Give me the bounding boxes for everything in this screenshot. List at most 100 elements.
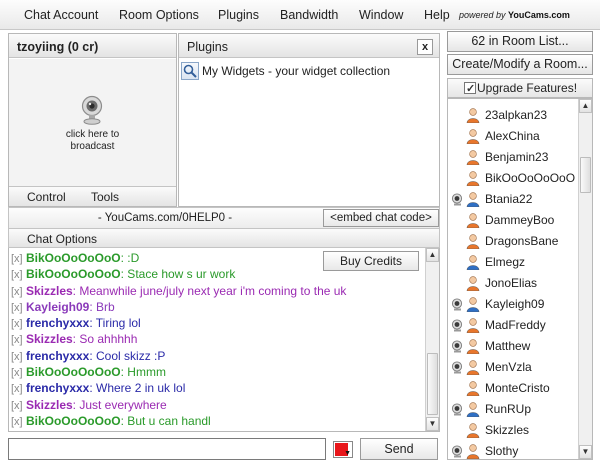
user-scroll-down-icon[interactable]: ▼: [579, 445, 592, 459]
user-cam-icon[interactable]: [451, 361, 465, 377]
user-scroll-up-icon[interactable]: ▲: [579, 99, 592, 113]
upgrade-label[interactable]: Upgrade Features!: [477, 79, 577, 97]
chat-scrollbar[interactable]: ▲ ▼: [425, 248, 439, 431]
user-name[interactable]: Kayleigh09: [485, 297, 544, 311]
broadcast-area[interactable]: click here to broadcast: [9, 59, 176, 187]
user-name[interactable]: BikOoOoOoOoO: [485, 171, 575, 185]
my-widgets-row[interactable]: My Widgets - your widget collection: [181, 62, 390, 80]
message-nick[interactable]: frenchyxxx: [26, 349, 89, 363]
user-list-item[interactable]: 23alpkan23: [448, 105, 578, 126]
upgrade-features[interactable]: Upgrade Features!: [447, 78, 593, 98]
menu-bandwidth[interactable]: Bandwidth: [280, 8, 338, 22]
message-dismiss-button[interactable]: [x]: [11, 269, 23, 281]
broadcast-text[interactable]: click here to broadcast: [9, 129, 176, 153]
message-dismiss-button[interactable]: [x]: [11, 318, 23, 330]
embed-chat-code-button[interactable]: <embed chat code>: [323, 209, 439, 227]
menu-room-options[interactable]: Room Options: [119, 8, 199, 22]
user-name[interactable]: Skizzles: [485, 423, 529, 437]
message-nick[interactable]: BikOoOoOoOoO: [26, 365, 121, 379]
user-cam-icon[interactable]: [451, 298, 465, 314]
menu-window[interactable]: Window: [359, 8, 403, 22]
user-list-item[interactable]: MonteCristo: [448, 378, 578, 399]
chat-message-input[interactable]: [8, 438, 326, 460]
message-nick[interactable]: BikOoOoOoOoO: [26, 414, 121, 428]
user-name[interactable]: MadFreddy: [485, 318, 546, 332]
user-list-item[interactable]: Elmegz: [448, 252, 578, 273]
user-list-item[interactable]: BikOoOoOoOoO: [448, 168, 578, 189]
user-list-item[interactable]: AlexChina: [448, 126, 578, 147]
message-dismiss-button[interactable]: [x]: [11, 302, 23, 314]
message-nick[interactable]: Skizzles: [26, 284, 73, 298]
user-cam-icon[interactable]: [451, 403, 465, 419]
user-list-item[interactable]: Btania22: [448, 189, 578, 210]
user-list-item[interactable]: MadFreddy: [448, 315, 578, 336]
message-nick[interactable]: Kayleigh09: [26, 300, 89, 314]
message-dismiss-button[interactable]: [x]: [11, 351, 23, 363]
user-name[interactable]: RunRUp: [485, 402, 531, 416]
user-name[interactable]: DammeyBoo: [485, 213, 554, 227]
user-name[interactable]: JonoElias: [485, 276, 537, 290]
message-dismiss-button[interactable]: [x]: [11, 400, 23, 412]
room-list-button[interactable]: 62 in Room List...: [447, 31, 593, 52]
user-name[interactable]: AlexChina: [485, 129, 540, 143]
user-list-item[interactable]: Skizzles: [448, 420, 578, 441]
powered-by-text: powered by: [459, 10, 506, 20]
menu-help[interactable]: Help: [424, 8, 450, 22]
user-cam-icon[interactable]: [451, 193, 465, 209]
user-list-item[interactable]: JonoElias: [448, 273, 578, 294]
tab-control[interactable]: Control: [27, 190, 66, 204]
user-cam-icon[interactable]: [451, 340, 465, 356]
user-list-item[interactable]: Kayleigh09: [448, 294, 578, 315]
buy-credits-button[interactable]: Buy Credits: [323, 251, 419, 271]
user-list-item[interactable]: Matthew: [448, 336, 578, 357]
user-name[interactable]: Matthew: [485, 339, 530, 353]
user-list-item[interactable]: Benjamin23: [448, 147, 578, 168]
user-name[interactable]: MenVzla: [485, 360, 532, 374]
user-name[interactable]: Benjamin23: [485, 150, 548, 164]
chevron-down-icon[interactable]: ▼: [344, 450, 351, 457]
message-nick[interactable]: Skizzles: [26, 332, 73, 346]
message-dismiss-button[interactable]: [x]: [11, 416, 23, 428]
create-room-button[interactable]: Create/Modify a Room...: [447, 54, 593, 75]
user-scroll-thumb[interactable]: [580, 157, 591, 193]
message-nick[interactable]: BikOoOoOoOoO: [26, 251, 121, 265]
tab-tools[interactable]: Tools: [91, 190, 119, 204]
chat-scroll-down-icon[interactable]: ▼: [426, 417, 439, 431]
plugins-close-button[interactable]: x: [417, 39, 433, 55]
menu-chat-account[interactable]: Chat Account: [24, 8, 98, 22]
user-name[interactable]: Slothy: [485, 444, 518, 458]
menu-plugins[interactable]: Plugins: [218, 8, 259, 22]
user-list-scrollbar[interactable]: ▲ ▼: [578, 99, 592, 459]
user-name[interactable]: Btania22: [485, 192, 532, 206]
my-widgets-label[interactable]: My Widgets - your widget collection: [202, 64, 390, 78]
message-dismiss-button[interactable]: [x]: [11, 334, 23, 346]
user-name[interactable]: Elmegz: [485, 255, 525, 269]
webcam-icon[interactable]: [81, 95, 105, 125]
message-nick[interactable]: frenchyxxx: [26, 381, 89, 395]
user-name[interactable]: MonteCristo: [485, 381, 550, 395]
user-list-item[interactable]: DragonsBane: [448, 231, 578, 252]
chat-scroll-up-icon[interactable]: ▲: [426, 248, 439, 262]
user-list-item[interactable]: DammeyBoo: [448, 210, 578, 231]
send-button[interactable]: Send: [360, 438, 438, 460]
magnifier-icon[interactable]: [181, 62, 199, 80]
user-name[interactable]: DragonsBane: [485, 234, 558, 248]
upgrade-checkbox[interactable]: [464, 80, 476, 98]
chat-options-label[interactable]: Chat Options: [27, 232, 97, 246]
text-color-picker[interactable]: ▼: [333, 441, 353, 458]
user-list-item[interactable]: RunRUp: [448, 399, 578, 420]
user-list-item[interactable]: MenVzla: [448, 357, 578, 378]
user-cam-icon[interactable]: [451, 319, 465, 335]
message-dismiss-button[interactable]: [x]: [11, 383, 23, 395]
message-dismiss-button[interactable]: [x]: [11, 367, 23, 379]
user-list-item[interactable]: Slothy: [448, 441, 578, 459]
message-dismiss-button[interactable]: [x]: [11, 286, 23, 298]
chat-options-bar[interactable]: Chat Options: [8, 229, 440, 248]
user-name[interactable]: 23alpkan23: [485, 108, 547, 122]
chat-scroll-thumb[interactable]: [427, 353, 438, 415]
user-cam-icon[interactable]: [451, 445, 465, 459]
message-nick[interactable]: BikOoOoOoOoO: [26, 267, 121, 281]
message-dismiss-button[interactable]: [x]: [11, 253, 23, 265]
message-nick[interactable]: Skizzles: [26, 398, 73, 412]
message-nick[interactable]: frenchyxxx: [26, 316, 89, 330]
